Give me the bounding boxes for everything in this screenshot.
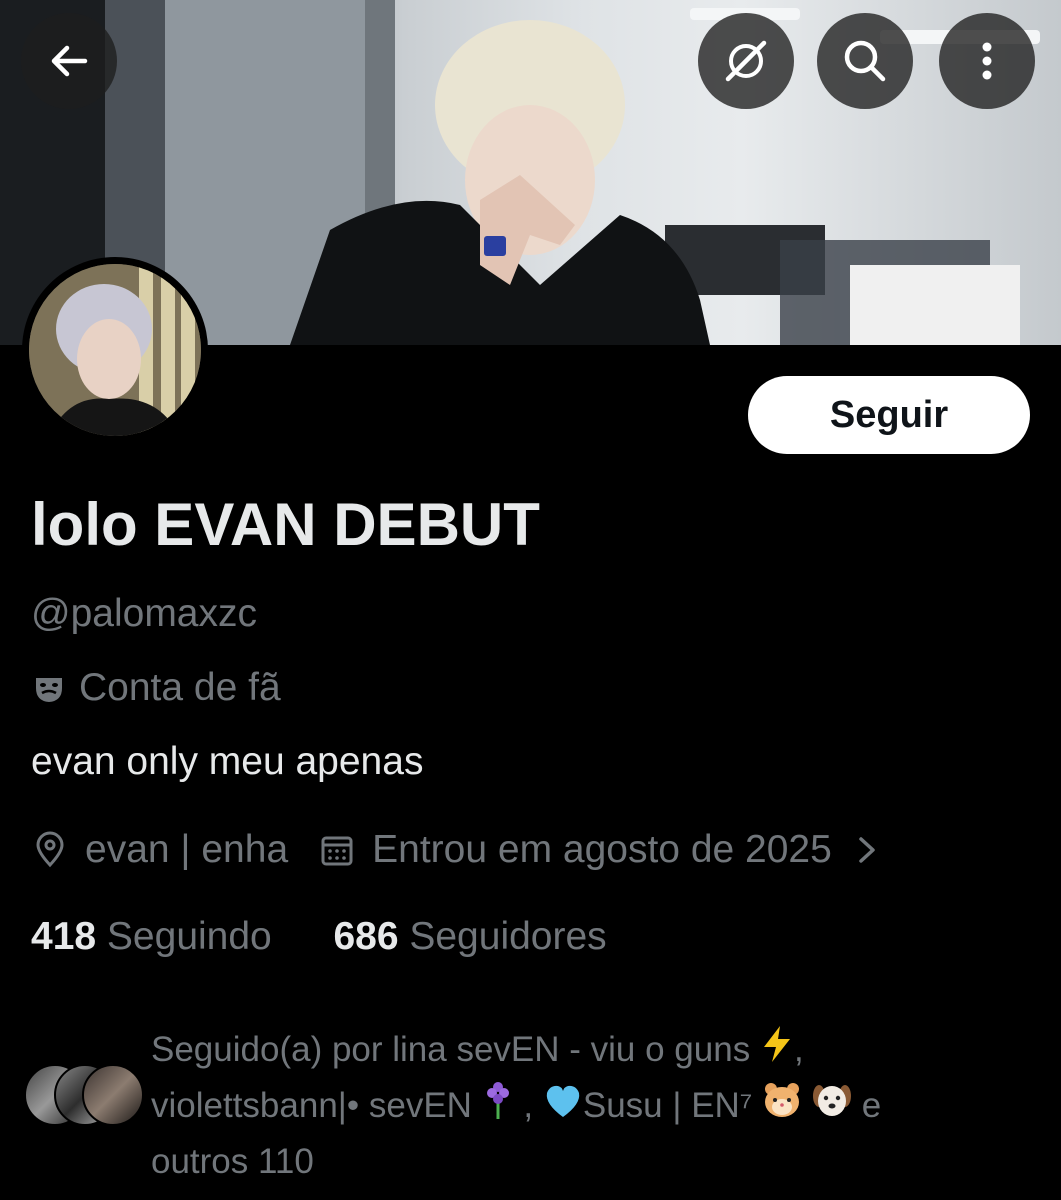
chevron-right-icon[interactable] <box>852 831 882 869</box>
search-icon <box>844 40 886 82</box>
follower-avatar <box>82 1064 144 1126</box>
followed-by-name-2: violettsbann|• sevEN <box>151 1086 472 1125</box>
search-button[interactable] <box>817 13 913 109</box>
handle: @palomaxzc <box>31 592 258 635</box>
blue-heart-icon <box>543 1082 583 1134</box>
more-vertical-icon <box>982 42 992 80</box>
followers-label: Seguidores <box>409 915 607 958</box>
theater-mask-icon <box>31 670 67 706</box>
location-text: evan | enha <box>85 828 289 871</box>
follow-counts: 418 Seguindo 686 Seguidores <box>31 915 607 959</box>
more-options-button[interactable] <box>939 13 1035 109</box>
followed-by-suffix: e <box>861 1086 882 1125</box>
following-count: 418 <box>31 915 97 958</box>
following-link[interactable]: 418 Seguindo <box>31 915 272 958</box>
display-name: lolo EVAN DEBUT <box>31 491 540 558</box>
dog-face-icon <box>812 1080 852 1135</box>
follow-button[interactable]: Seguir <box>748 376 1030 454</box>
fan-account-label: Conta de fã <box>31 666 281 710</box>
grok-button[interactable] <box>698 13 794 109</box>
location-pin-icon <box>31 831 69 869</box>
fan-label: Conta de fã <box>79 666 281 709</box>
hyacinth-icon <box>482 1079 514 1136</box>
followed-by-prefix: Seguido(a) por lina sevEN - viu o guns <box>151 1030 751 1069</box>
lightning-icon <box>760 1024 794 1079</box>
profile-meta: evan | enha Entrou em agosto de 2025 <box>31 828 882 872</box>
followed-by-others: outros 110 <box>151 1142 314 1182</box>
joined-date[interactable]: Entrou em agosto de 2025 <box>372 828 832 872</box>
followed-by-text[interactable]: Seguido(a) por lina sevEN - viu o guns ,… <box>151 1024 1031 1188</box>
followers-count: 686 <box>333 915 399 958</box>
calendar-icon <box>318 831 356 869</box>
hamster-icon <box>762 1080 802 1135</box>
followed-by-avatars[interactable] <box>24 1064 144 1126</box>
grok-slash-icon <box>725 40 767 82</box>
following-label: Seguindo <box>106 915 272 958</box>
back-button[interactable] <box>21 13 117 109</box>
followers-link[interactable]: 686 Seguidores <box>333 915 606 958</box>
avatar-image <box>29 264 201 436</box>
bio: evan only meu apenas <box>31 740 424 783</box>
followed-by-name-3: Susu | EN⁷ <box>582 1086 753 1125</box>
profile-avatar[interactable] <box>22 257 208 443</box>
arrow-left-icon <box>51 45 88 77</box>
